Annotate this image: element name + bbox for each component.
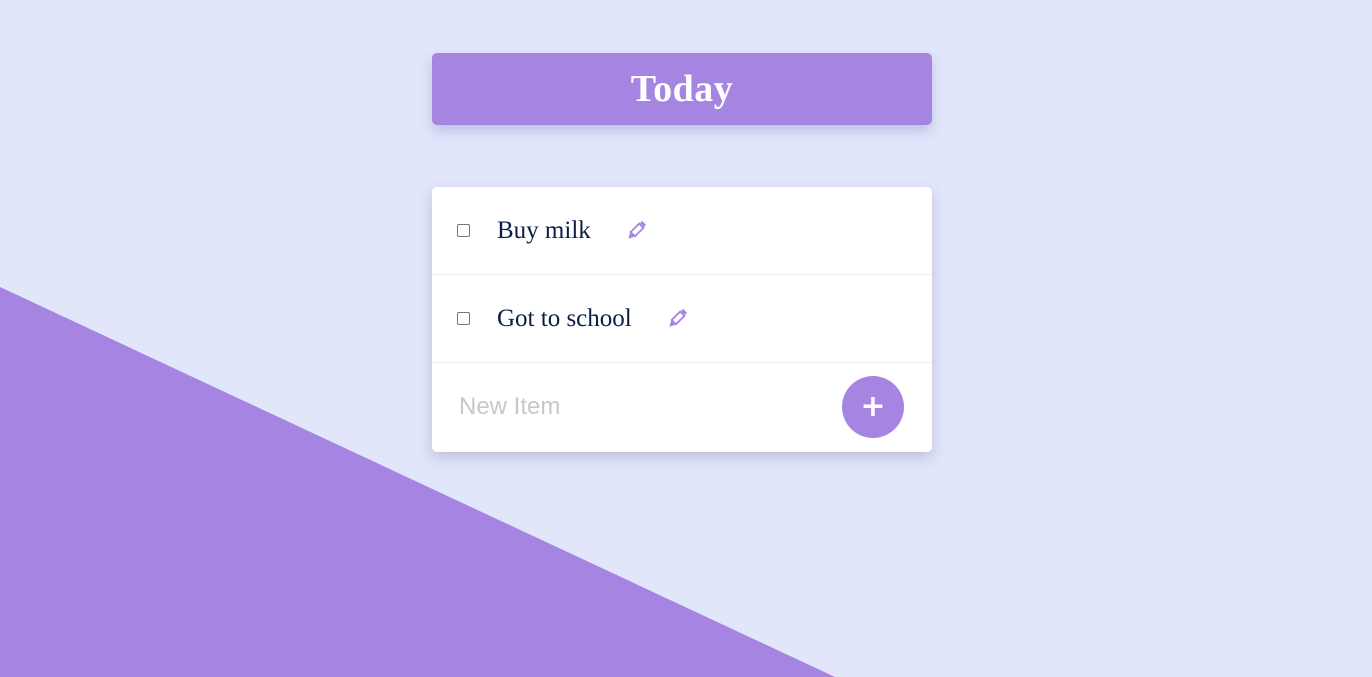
item-checkbox[interactable] <box>457 224 470 237</box>
add-item-button[interactable]: + <box>842 376 904 438</box>
item-checkbox[interactable] <box>457 312 470 325</box>
pencil-icon[interactable] <box>622 217 650 245</box>
new-item-input[interactable] <box>459 393 799 421</box>
new-item-row: + <box>432 363 932 451</box>
page-title: Today <box>630 68 734 110</box>
list-item: Buy milk <box>432 187 932 275</box>
todo-card: Buy milk Got to school New Item + <box>432 187 932 452</box>
item-label: Buy milk <box>497 216 591 244</box>
list-item: Got to school <box>432 275 932 363</box>
pencil-icon[interactable] <box>663 305 691 333</box>
plus-icon: + <box>860 389 886 424</box>
item-label: Got to school <box>497 304 632 332</box>
header-box: Today <box>432 53 932 125</box>
